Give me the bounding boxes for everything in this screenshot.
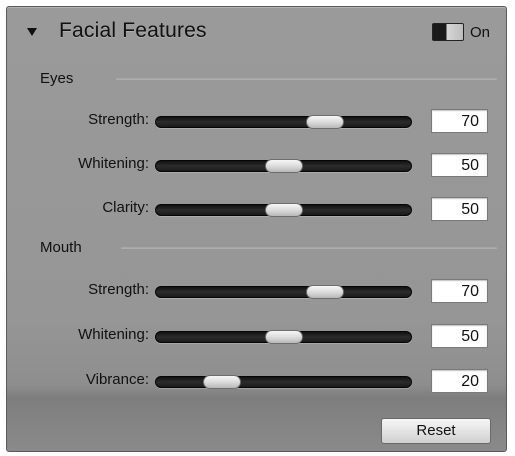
value-field[interactable]: 70 — [431, 279, 488, 303]
section-label-eyes: Eyes — [40, 70, 74, 87]
slider-track[interactable] — [155, 285, 412, 299]
value-field[interactable]: 50 — [431, 324, 488, 348]
section-label-mouth: Mouth — [40, 239, 82, 256]
section-divider-mouth — [121, 247, 497, 249]
on-off-toggle[interactable] — [432, 23, 464, 41]
slider-track[interactable] — [155, 203, 412, 217]
value-field[interactable]: 50 — [431, 153, 488, 177]
section-divider-eyes — [116, 78, 497, 80]
slider-row-mouth-vibrance: Vibrance: 20 — [7, 366, 506, 396]
toggle-label: On — [470, 24, 491, 41]
slider-row-eyes-whitening: Whitening: 50 — [7, 150, 506, 180]
panel-header: Facial Features On — [7, 7, 506, 57]
slider-row-mouth-whitening: Whitening: 50 — [7, 321, 506, 351]
slider-row-eyes-clarity: Clarity: 50 — [7, 194, 506, 224]
slider-track[interactable] — [155, 330, 412, 344]
disclosure-triangle-icon[interactable] — [27, 28, 37, 36]
slider-thumb[interactable] — [305, 115, 344, 129]
value-field[interactable]: 50 — [431, 197, 488, 221]
slider-label: Vibrance: — [85, 371, 149, 388]
facial-features-panel: Facial Features On Eyes Strength: 70 Whi… — [6, 6, 507, 452]
slider-label: Strength: — [88, 111, 149, 128]
value-field[interactable]: 20 — [431, 369, 488, 393]
slider-track[interactable] — [155, 159, 412, 173]
slider-track[interactable] — [155, 115, 412, 129]
value-field[interactable]: 70 — [431, 109, 488, 133]
slider-thumb[interactable] — [203, 375, 241, 389]
slider-row-mouth-strength: Strength: 70 — [7, 276, 506, 306]
slider-thumb[interactable] — [264, 159, 303, 173]
slider-track[interactable] — [155, 375, 412, 389]
panel-title: Facial Features — [59, 19, 207, 42]
reset-button[interactable]: Reset — [381, 418, 491, 444]
slider-thumb[interactable] — [305, 285, 344, 299]
slider-label: Whitening: — [78, 326, 149, 343]
slider-label: Strength: — [88, 281, 149, 298]
slider-label: Whitening: — [78, 155, 149, 172]
slider-thumb[interactable] — [264, 203, 303, 217]
slider-row-eyes-strength: Strength: 70 — [7, 106, 506, 136]
slider-thumb[interactable] — [264, 330, 303, 344]
slider-label: Clarity: — [102, 199, 149, 216]
